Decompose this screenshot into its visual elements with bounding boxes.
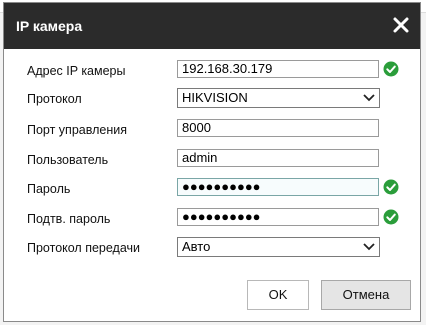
protocol-select[interactable]: HIKVISION: [177, 88, 380, 108]
password-label: Пароль: [27, 182, 71, 196]
protocol-label: Протокол: [27, 92, 82, 106]
row-user: Пользователь admin: [4, 149, 420, 171]
chevron-down-icon: [363, 94, 375, 102]
row-transport-protocol: Протокол передачи Авто: [4, 237, 420, 259]
close-icon[interactable]: [391, 15, 411, 35]
ip-address-input[interactable]: 192.168.30.179: [177, 60, 379, 78]
transport-protocol-label: Протокол передачи: [27, 241, 141, 255]
control-port-label: Порт управления: [27, 123, 127, 137]
dialog-title: IP камера: [16, 18, 83, 34]
control-port-input[interactable]: 8000: [177, 119, 379, 137]
ok-button[interactable]: OK: [247, 280, 309, 310]
password-confirm-input[interactable]: ●●●●●●●●●●: [177, 208, 379, 226]
check-icon: [383, 61, 399, 77]
transport-protocol-value: Авто: [182, 239, 211, 254]
check-icon: [383, 179, 399, 195]
user-input[interactable]: admin: [177, 149, 379, 167]
ip-camera-dialog: IP камера Адрес IP камеры 192.168.30.179…: [3, 2, 421, 322]
row-protocol: Протокол HIKVISION: [4, 88, 420, 110]
protocol-value: HIKVISION: [182, 90, 248, 105]
check-icon: [383, 209, 399, 225]
transport-protocol-select[interactable]: Авто: [177, 237, 380, 257]
row-password: Пароль ●●●●●●●●●●: [4, 178, 420, 200]
chevron-down-icon: [363, 243, 375, 251]
row-password-confirm: Подтв. пароль ●●●●●●●●●●: [4, 208, 420, 230]
ip-address-label: Адрес IP камеры: [27, 64, 126, 78]
password-confirm-label: Подтв. пароль: [27, 212, 111, 226]
password-input[interactable]: ●●●●●●●●●●: [177, 178, 379, 196]
dialog-titlebar: IP камера: [4, 3, 420, 49]
row-control-port: Порт управления 8000: [4, 119, 420, 141]
row-ip-address: Адрес IP камеры 192.168.30.179: [4, 60, 420, 82]
user-label: Пользователь: [27, 153, 109, 167]
cancel-button[interactable]: Отмена: [321, 280, 411, 310]
